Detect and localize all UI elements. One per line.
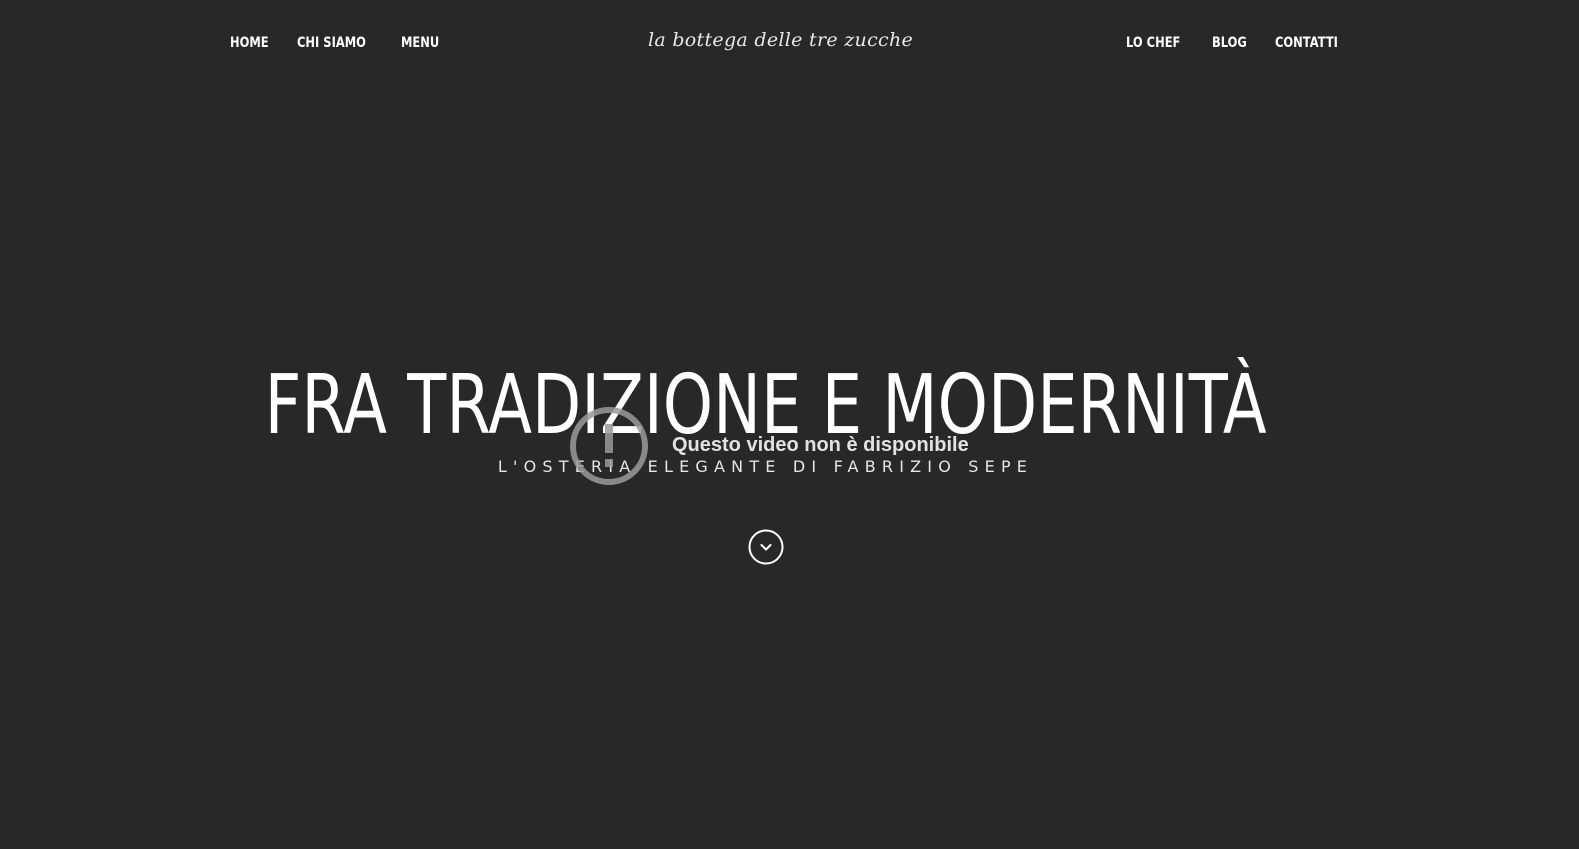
main-nav-right: LO CHEF BLOG CONTATTI <box>1126 34 1352 52</box>
nav-link-chi-siamo[interactable]: CHI SIAMO <box>297 34 366 52</box>
chevron-down-circle-icon <box>748 529 784 565</box>
nav-link-home[interactable]: HOME <box>230 34 269 52</box>
nav-link-menu[interactable]: MENU <box>401 34 439 52</box>
video-unavailable-message: Questo video non è disponibile <box>672 434 969 456</box>
site-logo[interactable]: la bottega delle tre zucche <box>648 29 913 51</box>
nav-link-blog[interactable]: BLOG <box>1212 34 1247 52</box>
scroll-down-button[interactable] <box>748 529 784 565</box>
nav-link-contatti[interactable]: CONTATTI <box>1275 34 1338 52</box>
main-nav-left: HOME CHI SIAMO MENU <box>230 34 448 52</box>
alert-circle-icon <box>568 405 650 487</box>
nav-link-lo-chef[interactable]: LO CHEF <box>1126 34 1180 52</box>
hero-subtitle: L'OSTERIA ELEGANTE DI FABRIZIO SEPE <box>497 457 1034 476</box>
